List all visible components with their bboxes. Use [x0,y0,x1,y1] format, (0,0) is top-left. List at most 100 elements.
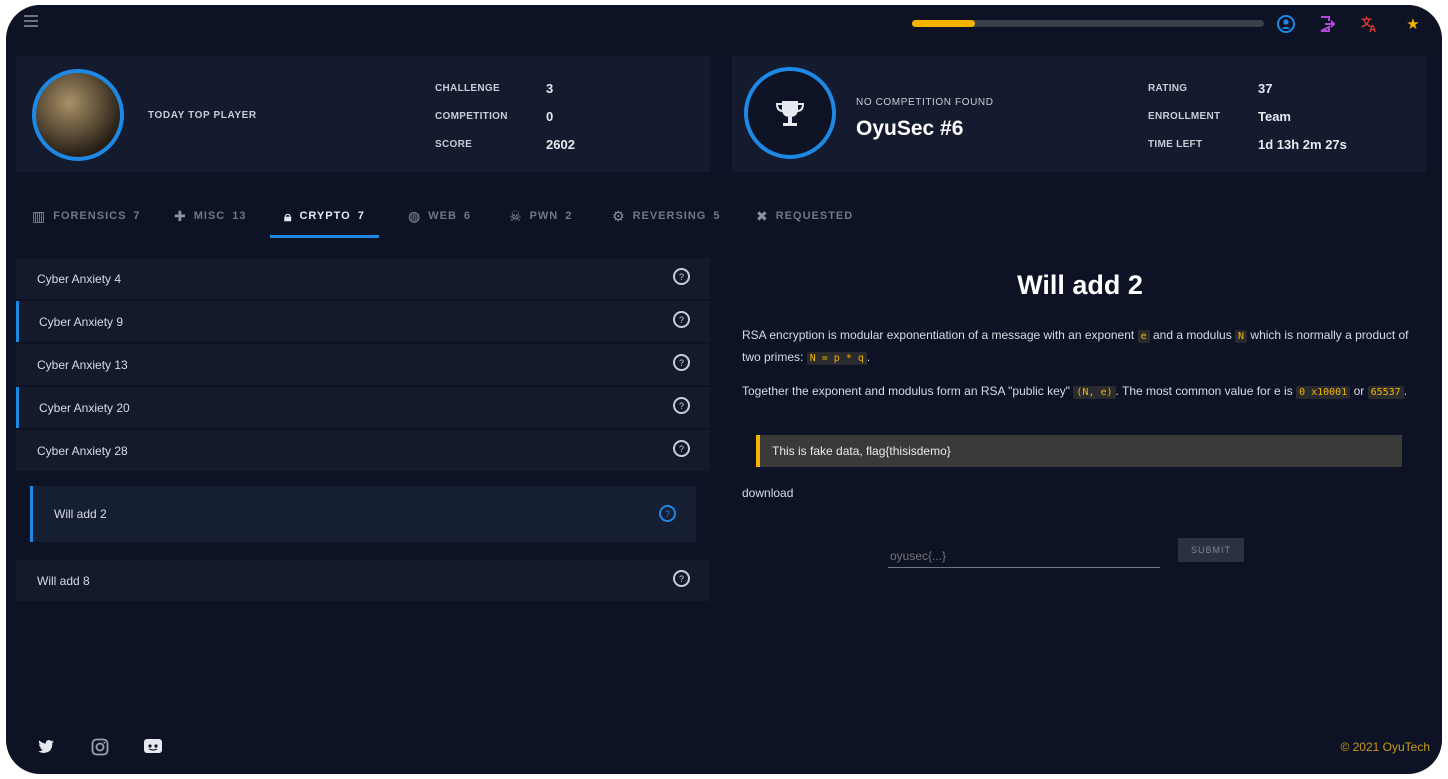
building-icon: ▥ [32,207,47,224]
tab-label: MISC [193,210,226,222]
challenge-item[interactable]: Cyber Anxiety 9 ? [16,301,710,343]
stat-time-left-value: 1d 13h 2m 27s [1258,137,1347,152]
stat-enrollment-value: Team [1258,109,1291,124]
text: . [866,350,871,364]
tab-forensics[interactable]: ▥ FORENSICS 7 [32,197,141,235]
solved-marker [16,387,19,428]
code: 65537 [1367,386,1404,399]
flag-blockquote: This is fake data, flag{thisisdemo} [756,435,1402,467]
description-paragraph-1: RSA encryption is modular exponentiation… [742,325,1418,369]
info-icon[interactable]: ? [659,505,676,522]
trophy-icon [775,101,805,126]
tab-label: REVERSING [632,210,707,222]
translate-icon[interactable]: 文A [1360,14,1380,34]
challenge-name: Cyber Anxiety 4 [37,271,122,286]
stat-challenge-label: CHALLENGE [435,83,500,94]
challenge-name: Cyber Anxiety 13 [37,357,128,372]
code: e [1137,330,1150,343]
competition-name: OyuSec #6 [856,117,964,140]
puzzle-icon: ✚ [174,207,187,224]
info-icon[interactable]: ? [673,311,690,328]
stat-challenge-value: 3 [546,81,554,96]
tab-label: REQUESTED [775,210,854,222]
request-icon: ✖ [756,207,769,224]
globe-icon: ◍ [408,207,422,224]
tab-misc[interactable]: ✚ MISC 13 [174,197,246,235]
info-icon[interactable]: ? [673,440,690,457]
avatar [32,69,124,161]
competition-card: NO COMPETITION FOUND OyuSec #6 RATING 37… [732,56,1426,172]
text: Together the exponent and modulus form a… [742,384,1071,398]
tab-label: PWN [529,210,559,222]
code: (N, e) [1073,386,1116,399]
challenge-item[interactable]: Cyber Anxiety 13 ? [16,344,710,386]
tab-crypto[interactable]: 🔒︎ CRYPTO 7 [270,197,379,238]
challenge-item[interactable]: Cyber Anxiety 28 ? [16,430,710,472]
challenge-item-selected[interactable]: Will add 2 ? [30,486,696,543]
svg-text:A: A [1369,24,1376,33]
challenge-item[interactable]: Cyber Anxiety 20 ? [16,387,710,429]
stat-score-label: SCORE [435,139,473,150]
challenge-name: Cyber Anxiety 20 [39,400,130,415]
tab-count: 2 [565,210,573,222]
tab-label: FORENSICS [53,210,127,222]
description-paragraph-2: Together the exponent and modulus form a… [742,381,1418,403]
tab-requested[interactable]: ✖ REQUESTED [756,197,853,235]
challenge-title: Will add 2 [1017,270,1143,300]
stat-time-left-label: TIME LEFT [1148,139,1203,150]
challenge-name: Cyber Anxiety 28 [37,443,128,458]
lock-icon: 🔒︎ [284,207,293,224]
challenge-item[interactable]: Cyber Anxiety 4 ? [16,258,710,300]
tab-label: CRYPTO [299,210,351,222]
info-icon[interactable]: ? [673,570,690,587]
copyright-text: © 2021 OyuTech [1340,740,1430,754]
tab-label: WEB [428,210,457,222]
tab-count: 13 [232,210,247,222]
stat-rating-label: RATING [1148,83,1188,94]
challenge-name: Cyber Anxiety 9 [39,314,124,329]
logout-icon[interactable] [1317,14,1337,34]
text: RSA encryption is modular exponentiation… [742,328,1135,342]
menu-icon[interactable] [24,15,38,27]
info-icon[interactable]: ? [673,397,690,414]
code: N [1235,330,1248,343]
tab-web[interactable]: ◍ WEB 6 [408,197,471,235]
top-bar: 文A ★ [6,5,1442,49]
competition-status: NO COMPETITION FOUND [856,97,994,108]
selected-marker [30,486,33,542]
tab-count: 5 [713,210,721,222]
tab-count: 6 [463,210,472,222]
text: or [1353,384,1365,398]
stat-rating-value: 37 [1258,81,1273,96]
user-icon[interactable] [1276,14,1296,34]
discord-icon[interactable] [143,737,163,757]
tab-count: 7 [357,210,365,222]
code: 0 x10001 [1296,386,1351,399]
tab-reversing[interactable]: ⚙ REVERSING 5 [612,197,720,235]
stat-competition-label: COMPETITION [435,111,508,122]
challenge-item[interactable]: Will add 8 ? [16,560,710,602]
info-icon[interactable]: ? [673,268,690,285]
challenge-name: Will add 8 [37,573,90,588]
download-link[interactable]: download [742,486,793,500]
text: and a modulus [1152,328,1232,342]
tab-pwn[interactable]: ☠ PWN 2 [509,197,572,235]
submit-button[interactable]: SUBMIT [1178,538,1244,562]
info-icon[interactable]: ? [673,354,690,371]
tab-count: 7 [133,210,141,222]
flag-input[interactable] [888,545,1160,568]
stat-score-value: 2602 [546,137,575,152]
app-frame: 文A ★ TODAY TOP PLAYER CHALLENGE 3 COMPET… [6,5,1442,774]
text: . The most common value for e is [1115,384,1293,398]
solved-marker [16,301,19,342]
progress-bar [912,20,1264,27]
instagram-icon[interactable] [90,737,110,757]
twitter-icon[interactable] [36,737,56,757]
gear-icon: ⚙ [612,207,626,224]
top-player-label: TODAY TOP PLAYER [148,110,257,121]
skull-icon: ☠ [509,207,523,224]
star-icon[interactable]: ★ [1403,14,1423,34]
stat-enrollment-label: ENROLLMENT [1148,111,1221,122]
text: . [1403,384,1408,398]
progress-fill [912,20,976,27]
